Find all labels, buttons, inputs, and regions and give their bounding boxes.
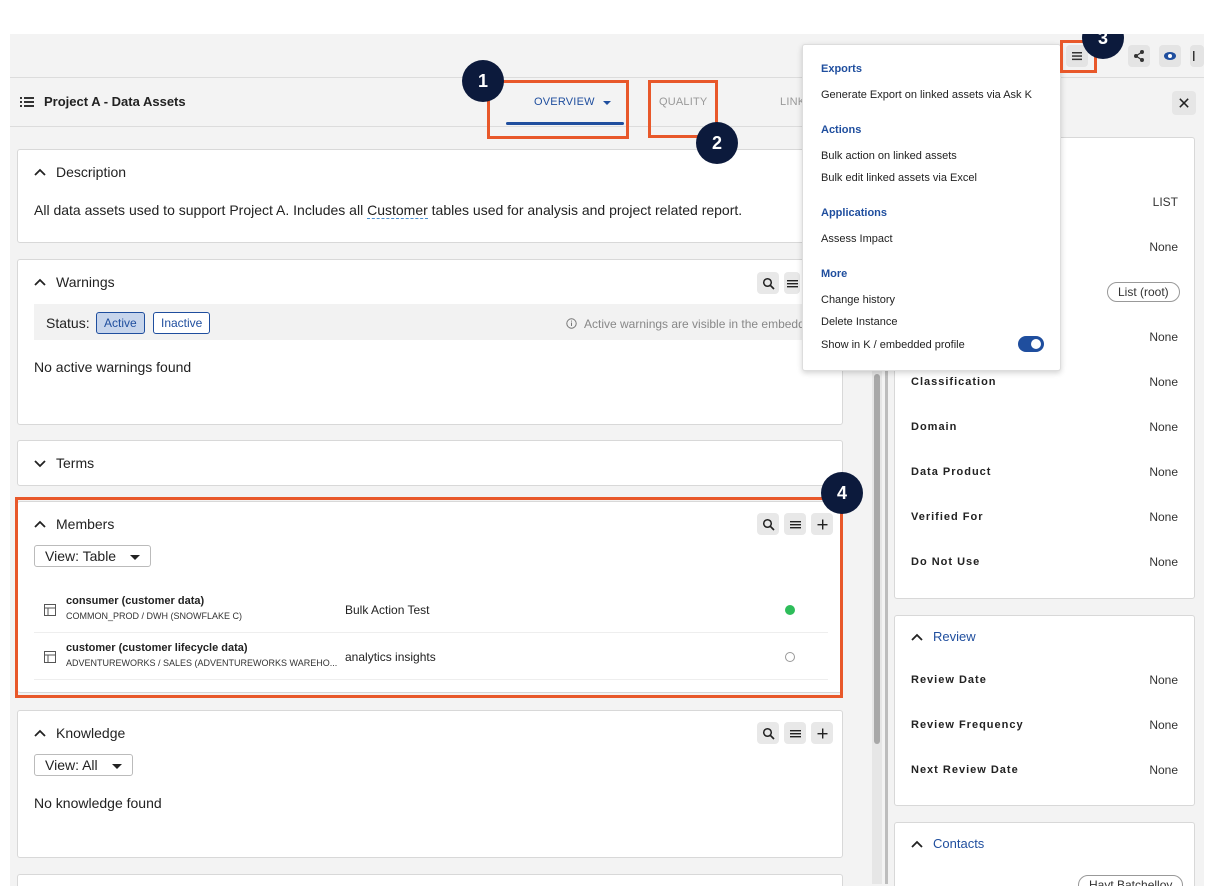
property-label: Next Review Date (911, 764, 1019, 776)
menu-item-assess-impact[interactable]: Assess Impact (821, 233, 893, 245)
menu-item-generate-export[interactable]: Generate Export on linked assets via Ask… (821, 89, 1032, 101)
add-knowledge-button[interactable] (811, 722, 833, 744)
menu-item-show-in-k[interactable]: Show in K / embedded profile (821, 339, 965, 351)
collapse-button[interactable] (1190, 45, 1204, 67)
search-icon (762, 277, 775, 290)
description-text: All data assets used to support Project … (34, 202, 743, 219)
warnings-card: Warnings Status: Active Inactive Active … (17, 259, 843, 425)
menu-item-delete-instance[interactable]: Delete Instance (821, 316, 897, 328)
menu-section-exports: Exports (821, 63, 862, 75)
annotation-badge-4: 4 (821, 472, 863, 514)
knowledge-card: Knowledge View: All No knowledge found (17, 710, 843, 858)
page-title: Project A - Data Assets (44, 94, 186, 109)
property-value: None (1149, 420, 1178, 434)
status-note: Active warnings are visible in the embed… (584, 317, 808, 331)
close-icon (1179, 98, 1189, 108)
property-value: None (1149, 375, 1178, 389)
toggle-knob (1031, 339, 1041, 349)
warnings-title: Warnings (56, 274, 115, 290)
menu-item-change-history[interactable]: Change history (821, 294, 895, 306)
inactive-filter-button[interactable]: Inactive (153, 312, 211, 334)
info-icon (566, 318, 577, 329)
hamburger-icon (789, 729, 801, 737)
description-text-start: All data assets used to support Project … (34, 202, 368, 218)
collapse-icon (1193, 51, 1195, 61)
app-window: Project A - Data Assets OVERVIEW QUALITY… (10, 34, 1204, 886)
review-card: Review Review Date None Review Frequency… (894, 615, 1195, 806)
eye-icon (1164, 52, 1176, 60)
property-label: Verified For (911, 511, 984, 523)
hamburger-icon (786, 279, 798, 287)
share-button[interactable] (1128, 45, 1150, 67)
property-label: Domain (911, 421, 958, 433)
knowledge-empty-text: No knowledge found (34, 795, 162, 811)
highlight-overview-tab (487, 80, 629, 139)
list-menu-button[interactable] (784, 722, 806, 744)
watch-button[interactable] (1159, 45, 1181, 67)
list-menu-button[interactable] (784, 272, 800, 294)
list-icon (20, 97, 34, 107)
search-button[interactable] (757, 722, 779, 744)
contact-chip[interactable]: Hayt Batchelloy (1078, 875, 1184, 886)
description-text-end: tables used for analysis and project rel… (427, 202, 743, 218)
chevron-up-icon[interactable] (34, 278, 46, 286)
annotation-badge-1: 1 (462, 60, 504, 102)
property-value: None (1149, 555, 1178, 569)
status-label: Status: (46, 315, 90, 331)
term-link[interactable]: Customer (367, 202, 428, 219)
property-label: Classification (911, 376, 997, 388)
contacts-card: Contacts Hayt Batchelloy (894, 822, 1195, 886)
knowledge-view-value: View: All (45, 757, 98, 773)
search-icon (762, 727, 775, 740)
list-chip[interactable]: List (root) (1107, 282, 1180, 302)
share-icon (1134, 50, 1144, 62)
chevron-up-icon[interactable] (34, 729, 46, 737)
terms-card: Terms (17, 440, 843, 486)
type-value: LIST (1152, 195, 1178, 209)
menu-item-bulk-action[interactable]: Bulk action on linked assets (821, 150, 957, 162)
caret-down-icon (111, 763, 122, 769)
menu-item-bulk-edit[interactable]: Bulk edit linked assets via Excel (821, 172, 977, 184)
panel-close-button[interactable] (1172, 91, 1196, 115)
header-bar: Project A - Data Assets OVERVIEW QUALITY… (10, 79, 880, 127)
description-title: Description (56, 164, 127, 180)
knowledge-title: Knowledge (56, 725, 126, 741)
warning-status-filter: Status: Active Inactive Active warnings … (34, 304, 808, 340)
property-label: Data Product (911, 466, 992, 478)
property-value: None (1149, 330, 1178, 344)
menu-section-actions: Actions (821, 124, 862, 136)
property-value: None (1149, 718, 1178, 732)
next-card (17, 874, 843, 886)
property-value: None (1149, 465, 1178, 479)
property-label: Do Not Use (911, 556, 981, 568)
menu-section-applications: Applications (821, 207, 888, 219)
highlight-members-card (15, 497, 843, 698)
chevron-up-icon[interactable] (911, 633, 923, 641)
chevron-up-icon[interactable] (34, 168, 46, 176)
property-value: None (1149, 510, 1178, 524)
scrollbar-thumb[interactable] (874, 374, 880, 744)
contacts-title: Contacts (933, 836, 985, 851)
show-in-k-toggle[interactable] (1018, 336, 1044, 352)
property-label: Review Frequency (911, 719, 1024, 731)
review-title: Review (933, 629, 976, 644)
property-value: None (1149, 240, 1178, 254)
terms-title: Terms (56, 455, 95, 471)
menu-section-more: More (821, 268, 848, 280)
property-label: Review Date (911, 674, 987, 686)
chevron-up-icon[interactable] (911, 840, 923, 848)
active-filter-button[interactable]: Active (96, 312, 145, 334)
plus-icon (817, 728, 827, 738)
actions-menu: Exports Generate Export on linked assets… (802, 44, 1061, 371)
annotation-badge-2: 2 (696, 122, 738, 164)
knowledge-view-select[interactable]: View: All (34, 754, 133, 776)
property-value: None (1149, 763, 1178, 777)
warnings-empty-text: No active warnings found (34, 359, 192, 375)
property-value: None (1149, 673, 1178, 687)
search-button[interactable] (757, 272, 779, 294)
chevron-down-icon[interactable] (34, 460, 46, 468)
